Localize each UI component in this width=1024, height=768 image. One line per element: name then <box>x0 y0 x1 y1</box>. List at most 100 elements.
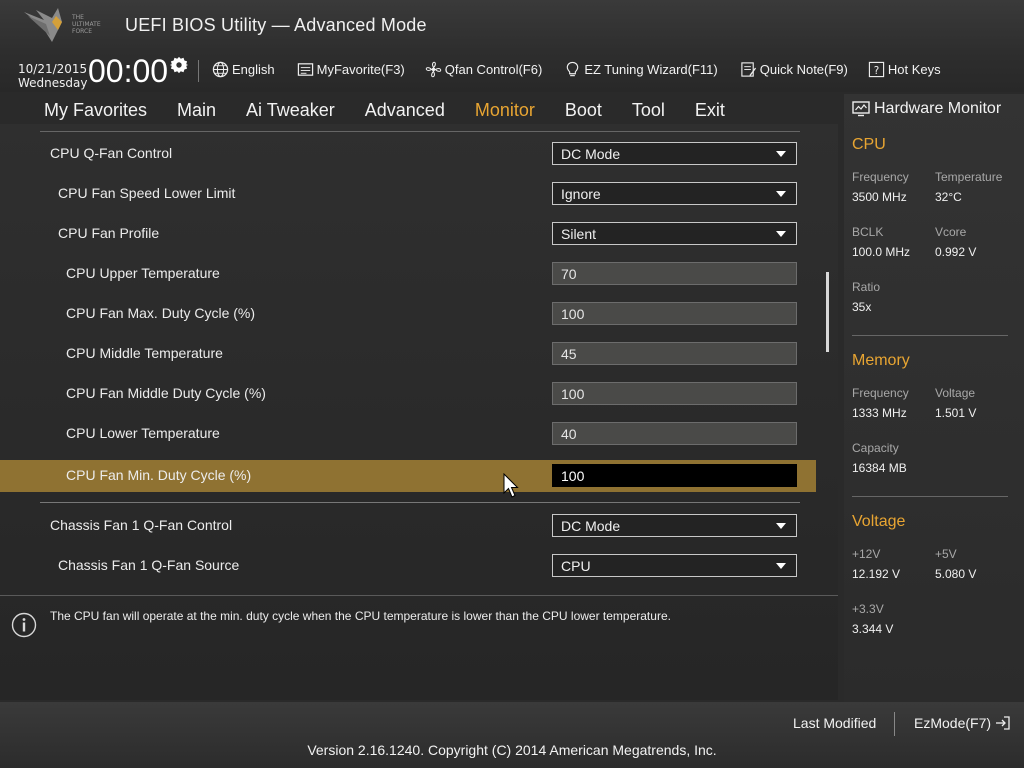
chassis-fan1-qfan-source-select[interactable]: CPU <box>552 554 797 577</box>
quick-note-label: Quick Note(F9) <box>759 62 848 77</box>
memory-voltage-label: Voltage <box>935 386 976 400</box>
voltage-heading: Voltage <box>852 513 906 530</box>
ez-tuning-wizard-button[interactable]: EZ Tuning Wizard(F11) <box>564 61 718 78</box>
setting-row[interactable]: Chassis Fan 1 Q-Fan Source CPU <box>0 550 816 582</box>
tab-advanced[interactable]: Advanced <box>365 100 445 126</box>
clock-display: 00:00 <box>88 53 169 89</box>
globe-icon <box>212 61 229 78</box>
section-divider <box>40 502 800 503</box>
hot-keys-button[interactable]: ? Hot Keys <box>868 61 941 78</box>
setting-row[interactable]: CPU Fan Max. Duty Cycle (%) 100 <box>0 298 816 330</box>
setting-label: Chassis Fan 1 Q-Fan Source <box>58 557 240 573</box>
setting-label: CPU Q-Fan Control <box>50 145 173 161</box>
ratio-label: Ratio <box>852 280 881 294</box>
dropdown-arrow-icon <box>776 563 786 569</box>
cpu-middle-temperature-field[interactable]: 45 <box>552 342 797 365</box>
ezmode-button[interactable]: EzMode(F7) <box>914 715 1011 731</box>
setting-row[interactable]: CPU Fan Speed Lower Limit Ignore <box>0 178 816 210</box>
setting-row[interactable]: CPU Middle Temperature 45 <box>0 338 816 370</box>
setting-label: CPU Fan Middle Duty Cycle (%) <box>66 385 266 401</box>
v12-label: +12V <box>852 547 881 561</box>
language-label: English <box>232 62 275 77</box>
footer-separator <box>894 712 895 736</box>
hw-divider <box>852 335 1008 336</box>
setting-label: Chassis Fan 1 Q-Fan Control <box>50 517 233 533</box>
setting-label: CPU Lower Temperature <box>66 425 220 441</box>
logo-text: THE ULTIMATE FORCE <box>72 14 101 35</box>
last-modified-button[interactable]: Last Modified <box>793 715 876 731</box>
setting-label: CPU Fan Profile <box>58 225 160 241</box>
panel-top-divider <box>40 131 800 132</box>
tab-tool[interactable]: Tool <box>632 100 665 126</box>
hw-divider <box>852 496 1008 497</box>
vcore-value: 0.992 V <box>935 245 977 259</box>
setting-label: CPU Fan Min. Duty Cycle (%) <box>66 467 252 483</box>
tab-main[interactable]: Main <box>177 100 216 126</box>
v5-label: +5V <box>935 547 957 561</box>
myfavorite-label: MyFavorite(F3) <box>316 62 405 77</box>
version-text: Version 2.16.1240. Copyright (C) 2014 Am… <box>307 742 717 758</box>
memory-capacity-label: Capacity <box>852 441 899 455</box>
cpu-temperature-label: Temperature <box>935 170 1003 184</box>
bclk-label: BCLK <box>852 225 884 239</box>
cpu-fan-max-duty-field[interactable]: 100 <box>552 302 797 325</box>
setting-row[interactable]: CPU Lower Temperature 40 <box>0 418 816 450</box>
header-bar: THE ULTIMATE FORCE UEFI BIOS Utility — A… <box>0 0 1024 92</box>
help-divider <box>0 595 838 596</box>
cpu-upper-temperature-field[interactable]: 70 <box>552 262 797 285</box>
memory-frequency-label: Frequency <box>852 386 909 400</box>
fan-icon <box>425 61 441 78</box>
tab-my-favorites[interactable]: My Favorites <box>44 100 147 126</box>
setting-row[interactable]: Chassis Fan 1 Q-Fan Control DC Mode <box>0 510 816 542</box>
dropdown-arrow-icon <box>776 151 786 157</box>
cpu-qfan-control-select[interactable]: DC Mode <box>552 142 797 165</box>
setting-label: CPU Fan Speed Lower Limit <box>58 185 236 201</box>
cpu-fan-middle-duty-field[interactable]: 100 <box>552 382 797 405</box>
ezmode-label: EzMode(F7) <box>914 715 992 731</box>
cpu-fan-profile-select[interactable]: Silent <box>552 222 797 245</box>
setting-label: CPU Fan Max. Duty Cycle (%) <box>66 305 256 321</box>
chassis-fan1-qfan-control-select[interactable]: DC Mode <box>552 514 797 537</box>
date-display: 10/21/2015 Wednesday <box>18 62 87 90</box>
lightbulb-icon <box>567 61 579 77</box>
quick-note-button[interactable]: Quick Note(F9) <box>740 61 848 78</box>
favorite-list-icon <box>297 63 313 76</box>
cpu-lower-temperature-field[interactable]: 40 <box>552 422 797 445</box>
select-value: DC Mode <box>561 518 621 534</box>
myfavorite-button[interactable]: MyFavorite(F3) <box>297 61 405 78</box>
setting-row[interactable]: CPU Fan Middle Duty Cycle (%) 100 <box>0 378 816 410</box>
info-icon <box>11 612 37 638</box>
tab-boot[interactable]: Boot <box>565 100 602 126</box>
hot-keys-label: Hot Keys <box>887 62 941 77</box>
qfan-control-button[interactable]: Qfan Control(F6) <box>425 61 542 78</box>
setting-label: CPU Middle Temperature <box>66 345 223 361</box>
gear-icon[interactable] <box>170 56 188 74</box>
ratio-value: 35x <box>852 300 872 314</box>
hardware-monitor-label: Hardware Monitor <box>874 100 1002 117</box>
help-box-icon: ? <box>868 61 885 78</box>
dropdown-arrow-icon <box>776 523 786 529</box>
setting-row[interactable]: CPU Upper Temperature 70 <box>0 258 816 290</box>
memory-frequency-value: 1333 MHz <box>852 406 907 420</box>
memory-heading: Memory <box>852 352 910 369</box>
v12-value: 12.192 V <box>852 567 901 581</box>
toolbar: English MyFavorite(F3) Qfan Control(F6) … <box>212 61 941 78</box>
cpu-fan-speed-lower-limit-select[interactable]: Ignore <box>552 182 797 205</box>
footer-bar: Last Modified EzMode(F7) Version 2.16.12… <box>0 702 1024 768</box>
hardware-monitor-panel: Hardware Monitor CPU Frequency Temperatu… <box>844 94 1024 702</box>
cpu-fan-min-duty-field[interactable]: 100 <box>552 464 797 487</box>
exit-arrow-icon <box>996 716 1010 730</box>
ez-tuning-wizard-label: EZ Tuning Wizard(F11) <box>584 62 718 77</box>
language-button[interactable]: English <box>212 61 275 78</box>
setting-row[interactable]: CPU Fan Profile Silent <box>0 218 816 250</box>
setting-row[interactable]: CPU Q-Fan Control DC Mode <box>0 138 816 170</box>
tab-ai-tweaker[interactable]: Ai Tweaker <box>246 100 335 126</box>
note-icon <box>741 62 756 77</box>
setting-row-selected[interactable]: CPU Fan Min. Duty Cycle (%) 100 <box>0 460 816 492</box>
v5-value: 5.080 V <box>935 567 977 581</box>
settings-scrollbar[interactable] <box>826 272 829 352</box>
weekday-text: Wednesday <box>18 76 88 90</box>
select-value: Ignore <box>561 186 601 202</box>
help-text: The CPU fan will operate at the min. dut… <box>50 609 671 623</box>
tab-exit[interactable]: Exit <box>695 100 725 126</box>
